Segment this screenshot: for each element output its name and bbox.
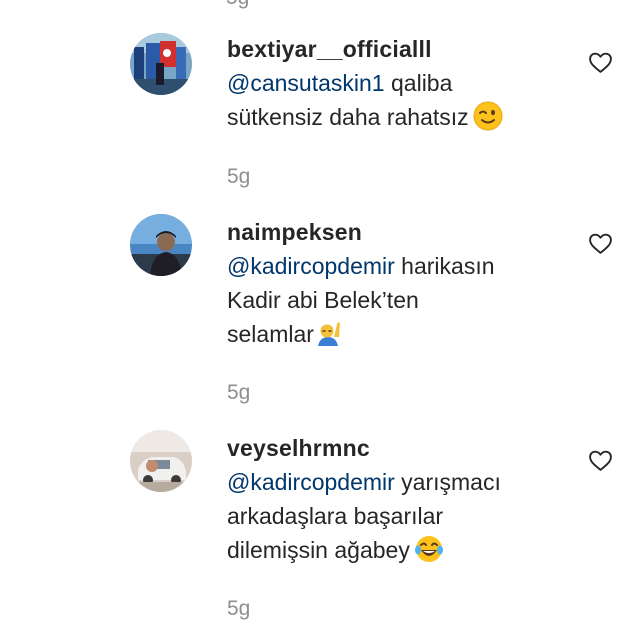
comment-username[interactable]: bextiyar__officialll (227, 32, 572, 66)
heart-icon[interactable] (588, 448, 613, 473)
comment-text-first-line: harikasın (394, 253, 495, 279)
comment-timestamp[interactable]: 5g (227, 381, 250, 405)
tears-of-joy-emoji (414, 536, 443, 562)
mention-link[interactable]: @kadircopdemir (227, 253, 395, 279)
heart-icon[interactable] (588, 50, 613, 75)
comment-text-first-line: yarışmacı (394, 469, 501, 495)
comment-text: @kadircopdemir harikasın Kadir abi Belek… (227, 249, 572, 351)
person-raising-hand-emoji (317, 322, 340, 346)
comment-timestamp[interactable]: 5g (227, 597, 250, 621)
comment-username[interactable]: naimpeksen (227, 215, 572, 249)
comment-text-first-line: qaliba (384, 70, 453, 96)
comment-body: bextiyar__officialll @cansutaskin1 qalib… (227, 32, 572, 134)
mention-link[interactable]: @cansutaskin1 (227, 70, 385, 96)
comment-text: @kadircopdemir yarışmacı arkadaşlara baş… (227, 465, 572, 567)
heart-icon[interactable] (588, 231, 613, 256)
comment-text-rest: sütkensiz daha rahatsız (227, 104, 469, 130)
comment-timestamp[interactable]: 5g (227, 165, 250, 189)
comment-username[interactable]: veyselhrmnc (227, 431, 572, 465)
comment-text: @cansutaskin1 qaliba sütkensiz daha raha… (227, 66, 572, 134)
avatar[interactable] (130, 33, 192, 95)
mention-link[interactable]: @kadircopdemir (227, 469, 395, 495)
comment-body: naimpeksen @kadircopdemir harikasın Kadi… (227, 215, 572, 351)
avatar[interactable] (130, 214, 192, 276)
comment-text-rest: arkadaşlara başarılar dilemişsin ağabey (227, 503, 444, 563)
comment-body: veyselhrmnc @kadircopdemir yarışmacı ark… (227, 431, 572, 567)
winking-face-emoji (473, 101, 503, 131)
avatar[interactable] (130, 430, 192, 492)
previous-comment-timestamp: 5g (226, 0, 249, 10)
